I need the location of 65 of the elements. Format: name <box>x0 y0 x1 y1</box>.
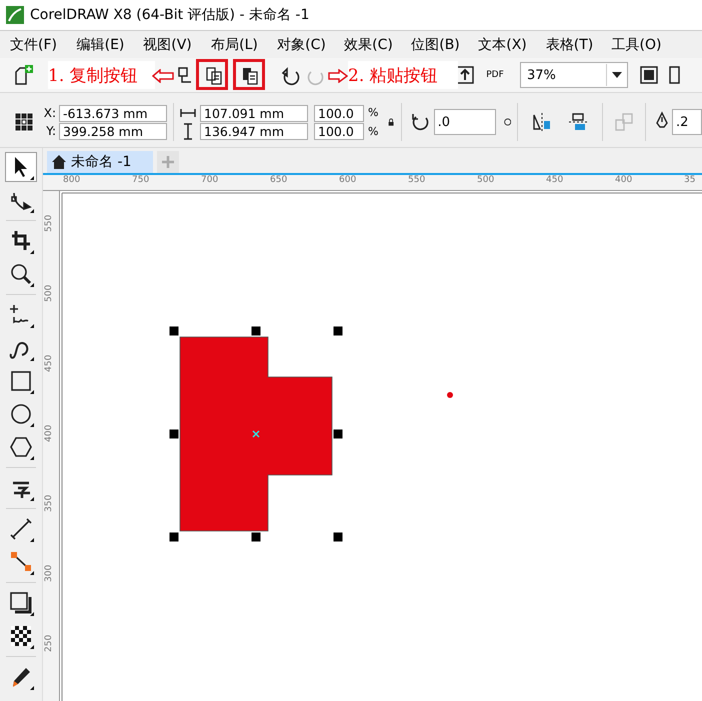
lock-icon[interactable] <box>388 116 395 128</box>
menu-item[interactable]: 表格(T) <box>536 36 603 54</box>
y-position-field[interactable]: 399.258 mm <box>59 122 167 140</box>
ruler-label: 450 <box>44 354 54 372</box>
selection-handles[interactable] <box>170 326 342 542</box>
ruler-label: 700 <box>201 175 218 185</box>
ruler-label: 800 <box>63 175 80 185</box>
left-arrow-icon <box>152 69 174 83</box>
annotation-label: 1. 复制按钮 <box>48 61 155 89</box>
menu-item[interactable]: 布局(L) <box>201 36 268 54</box>
ruler-label: 600 <box>339 175 356 185</box>
mirror-horizontal-icon[interactable] <box>531 111 553 133</box>
ruler-label: 500 <box>477 175 494 185</box>
highlight-frame <box>233 59 265 90</box>
document-tab[interactable]: 未命名 -1 <box>47 151 154 173</box>
menu-item[interactable]: 工具(O) <box>603 36 670 54</box>
center-mark-icon <box>252 430 260 438</box>
tool-button[interactable] <box>5 152 37 182</box>
menu-item[interactable]: 文本(X) <box>469 36 536 54</box>
menu-item[interactable]: 效果(C) <box>335 36 402 54</box>
rotation-field[interactable]: .0 <box>434 109 496 135</box>
fullscreen-icon[interactable] <box>638 64 660 86</box>
plus-icon <box>162 156 174 168</box>
ruler-label: 350 <box>44 494 54 512</box>
y-label: Y: <box>45 124 56 138</box>
annotation-label: 2. 粘贴按钮 <box>348 61 458 89</box>
ruler-label: 400 <box>615 175 632 185</box>
highlight-frame <box>196 59 228 90</box>
ruler-label: 400 <box>44 424 54 442</box>
x-position-field[interactable]: -613.673 mm <box>59 104 167 122</box>
x-label: X: <box>42 106 56 120</box>
ruler-label: 250 <box>44 634 54 652</box>
home-icon <box>51 154 67 170</box>
percent-label: % <box>368 124 378 140</box>
ruler-label: 550 <box>44 214 54 232</box>
ruler-label: 500 <box>44 284 54 302</box>
menu-item[interactable]: 位图(B) <box>402 36 469 54</box>
selected-shape[interactable] <box>180 336 332 532</box>
width-field[interactable]: 107.091 mm <box>200 104 308 122</box>
zoom-level-dropdown[interactable]: 37% <box>520 62 628 88</box>
percent-label: % <box>368 105 378 121</box>
window-title: CorelDRAW X8 (64-Bit 评估版) - 未命名 -1 <box>30 6 310 24</box>
app-logo-icon <box>6 6 24 24</box>
point-marker <box>447 392 453 398</box>
menu-item[interactable]: 视图(V) <box>134 36 201 54</box>
outline-width-field[interactable]: .2 <box>672 109 702 135</box>
menu-item[interactable]: 编辑(E) <box>67 36 134 54</box>
scale-x-field[interactable]: 100.0 <box>314 104 364 122</box>
scale-y-field[interactable]: 100.0 <box>314 122 364 140</box>
ruler-label: 450 <box>546 175 564 185</box>
ruler-label: 750 <box>132 175 150 185</box>
menu-item[interactable]: 对象(C) <box>268 36 335 54</box>
caret-icon <box>612 72 622 78</box>
ruler-label: 35 <box>684 175 696 185</box>
pdf-button[interactable]: PDF <box>486 70 504 80</box>
object-origin-icon[interactable] <box>13 111 35 133</box>
ruler-label: 650 <box>270 175 288 185</box>
ruler-label: 300 <box>44 564 54 582</box>
menu-item[interactable]: 文件(F) <box>0 36 67 54</box>
undo-icon[interactable] <box>280 64 302 86</box>
ruler-label: 550 <box>408 175 426 185</box>
degree-icon <box>504 116 511 128</box>
height-field[interactable]: 136.947 mm <box>200 122 308 140</box>
right-arrow-icon <box>328 69 348 83</box>
mirror-vertical-icon[interactable] <box>567 111 589 133</box>
